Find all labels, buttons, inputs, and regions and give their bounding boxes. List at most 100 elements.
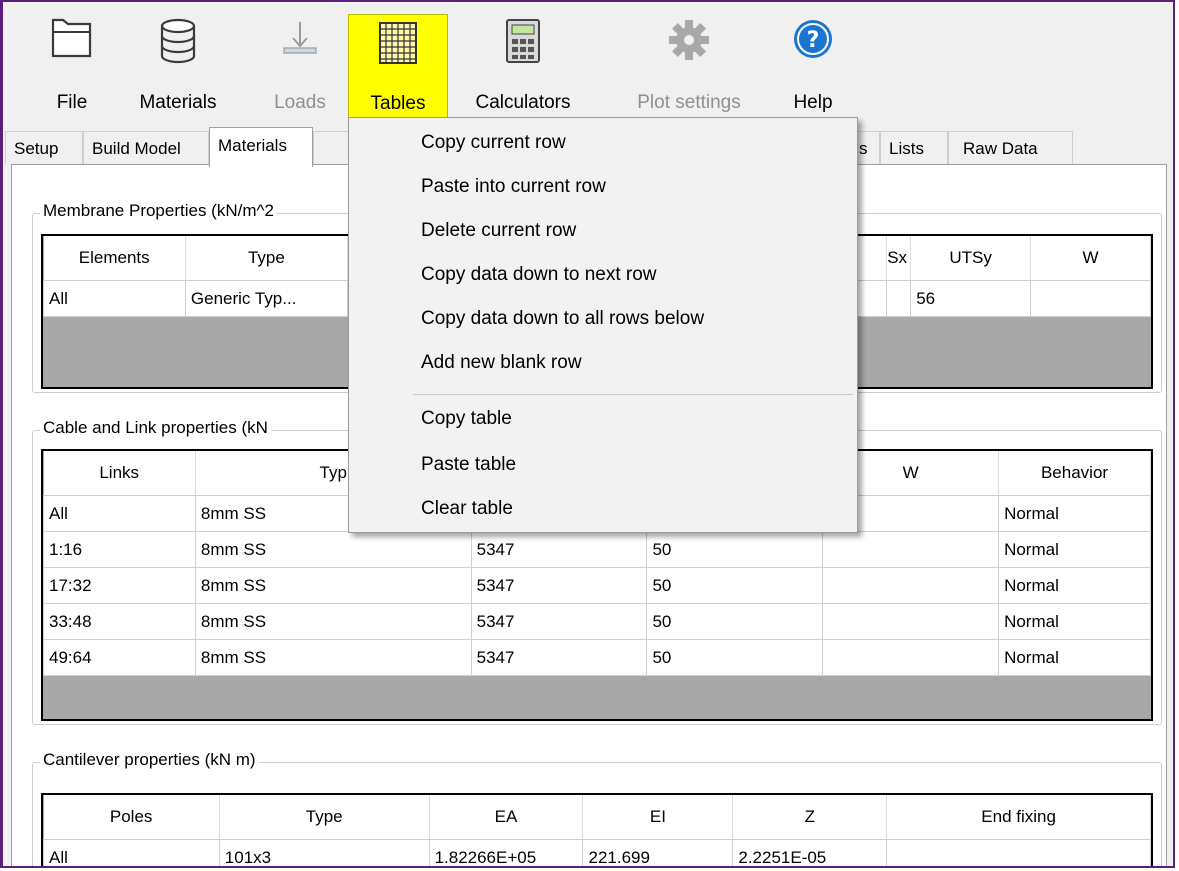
cell[interactable]	[822, 531, 1000, 568]
tables-label: Tables	[370, 93, 426, 114]
cell[interactable]	[1030, 280, 1151, 317]
app-window: File Materials Loads Tables Calculators …	[0, 0, 1175, 868]
tab-build-model[interactable]: Build Model	[83, 131, 209, 165]
tab-lists[interactable]: Lists	[880, 131, 948, 165]
cell[interactable]: 8mm SS	[194, 639, 472, 676]
cable-link-properties-title: Cable and Link properties (kN	[40, 418, 271, 438]
table-row[interactable]: 1:16 8mm SS 5347 50 Normal	[43, 531, 1151, 568]
cell[interactable]: 17:32	[43, 567, 196, 604]
gear-icon	[669, 20, 709, 60]
cell[interactable]: All	[43, 495, 196, 532]
tab-materials[interactable]: Materials	[209, 127, 313, 167]
help-question-icon: ?	[794, 20, 832, 58]
menu-separator	[413, 394, 853, 395]
svg-text:?: ?	[807, 28, 820, 53]
cell[interactable]: 1:16	[43, 531, 196, 568]
menu-item-copy-current-row[interactable]: Copy current row	[421, 132, 566, 154]
column-header[interactable]: Type	[185, 236, 348, 281]
tab-hidden-1[interactable]	[313, 131, 349, 165]
cell[interactable]: Normal	[998, 495, 1151, 532]
column-header[interactable]: Links	[43, 451, 196, 496]
cell[interactable]: 50	[646, 567, 824, 604]
tab-raw-data[interactable]: Raw Data	[948, 131, 1073, 165]
cell[interactable]: All	[43, 839, 220, 866]
table-grid-icon	[379, 22, 417, 64]
cell[interactable]: 5347	[470, 567, 648, 604]
loads-label: Loads	[274, 92, 326, 113]
cell[interactable]: 221.699	[582, 839, 734, 866]
menu-item-copy-data-down-next-row[interactable]: Copy data down to next row	[421, 264, 657, 286]
menu-item-paste-table[interactable]: Paste table	[421, 454, 516, 476]
database-icon	[160, 18, 196, 64]
cell[interactable]: All	[43, 280, 186, 317]
menu-item-copy-table[interactable]: Copy table	[421, 408, 512, 430]
cell[interactable]: 5347	[470, 531, 648, 568]
table-row[interactable]: 33:48 8mm SS 5347 50 Normal	[43, 603, 1151, 640]
toolbar: File Materials Loads Tables Calculators …	[3, 2, 1173, 122]
tab-setup[interactable]: Setup	[5, 131, 83, 165]
column-header[interactable]: W	[1030, 236, 1151, 281]
calculators-button[interactable]: Calculators	[455, 12, 591, 120]
cantilever-properties-title: Cantilever properties (kN m)	[40, 750, 259, 770]
cell[interactable]: 33:48	[43, 603, 196, 640]
loads-button[interactable]: Loads	[261, 12, 339, 120]
column-header[interactable]: Type	[219, 795, 430, 840]
menu-item-copy-data-down-all-rows[interactable]: Copy data down to all rows below	[421, 308, 704, 330]
plot-settings-button[interactable]: Plot settings	[615, 12, 763, 120]
column-header[interactable]: Poles	[43, 795, 220, 840]
membrane-properties-title: Membrane Properties (kN/m^2	[40, 201, 277, 221]
cell[interactable]: 101x3	[218, 839, 430, 866]
cell[interactable]: 5347	[470, 639, 648, 676]
cell[interactable]	[822, 603, 1000, 640]
materials-label: Materials	[139, 92, 217, 113]
cell[interactable]: Normal	[998, 639, 1151, 676]
menu-item-paste-into-current-row[interactable]: Paste into current row	[421, 176, 606, 198]
cell[interactable]: Normal	[998, 531, 1151, 568]
column-header[interactable]: EI	[582, 795, 734, 840]
cell[interactable]: 1.82266E+05	[428, 839, 584, 866]
tables-button[interactable]: Tables	[348, 14, 448, 122]
materials-button[interactable]: Materials	[128, 12, 228, 120]
column-header[interactable]: Z	[732, 795, 888, 840]
column-header[interactable]: Behavior	[998, 451, 1151, 496]
column-header[interactable]: UTSy	[910, 236, 1032, 281]
cell[interactable]: 56	[910, 280, 1032, 317]
tab-partial[interactable]: s	[856, 131, 880, 165]
cell[interactable]: 50	[646, 531, 824, 568]
column-header[interactable]: Sx	[886, 236, 912, 281]
menu-item-clear-table[interactable]: Clear table	[421, 498, 513, 520]
cell[interactable]: 50	[646, 603, 824, 640]
table-row[interactable]: 49:64 8mm SS 5347 50 Normal	[43, 639, 1151, 676]
cell[interactable]: Normal	[998, 603, 1151, 640]
cell[interactable]	[886, 280, 912, 317]
cell[interactable]: 8mm SS	[194, 603, 472, 640]
cell[interactable]: 49:64	[43, 639, 196, 676]
cell[interactable]: Generic Typ...	[184, 280, 348, 317]
cell[interactable]: 50	[646, 639, 824, 676]
cell[interactable]: 8mm SS	[194, 567, 472, 604]
table-row[interactable]: 17:32 8mm SS 5347 50 Normal	[43, 567, 1151, 604]
menu-item-add-new-blank-row[interactable]: Add new blank row	[421, 352, 582, 374]
cell[interactable]: 8mm SS	[194, 531, 472, 568]
folder-icon	[51, 18, 92, 58]
tables-dropdown-menu: Copy current row Paste into current row …	[348, 117, 858, 533]
calculator-icon	[506, 19, 540, 63]
plot-settings-label: Plot settings	[637, 92, 741, 113]
table-row[interactable]: All 101x3 1.82266E+05 221.699 2.2251E-05	[43, 839, 1151, 866]
cell[interactable]	[822, 639, 1000, 676]
cell[interactable]	[822, 567, 1000, 604]
column-header[interactable]: Elements	[43, 236, 186, 281]
load-arrow-icon	[283, 22, 317, 54]
column-header[interactable]: EA	[429, 795, 584, 840]
cell[interactable]: 5347	[470, 603, 648, 640]
menu-item-delete-current-row[interactable]: Delete current row	[421, 220, 576, 242]
file-label: File	[56, 92, 88, 113]
cantilever-table: Poles Type EA EI Z End fixing All 101x3 …	[43, 795, 1151, 866]
cell[interactable]	[886, 839, 1151, 866]
cell[interactable]: 2.2251E-05	[732, 839, 888, 866]
cantilever-grid[interactable]: Poles Type EA EI Z End fixing All 101x3 …	[41, 793, 1153, 866]
help-button[interactable]: ? Help	[781, 12, 845, 120]
column-header[interactable]: End fixing	[886, 795, 1151, 840]
file-button[interactable]: File	[43, 12, 101, 120]
cell[interactable]: Normal	[998, 567, 1151, 604]
